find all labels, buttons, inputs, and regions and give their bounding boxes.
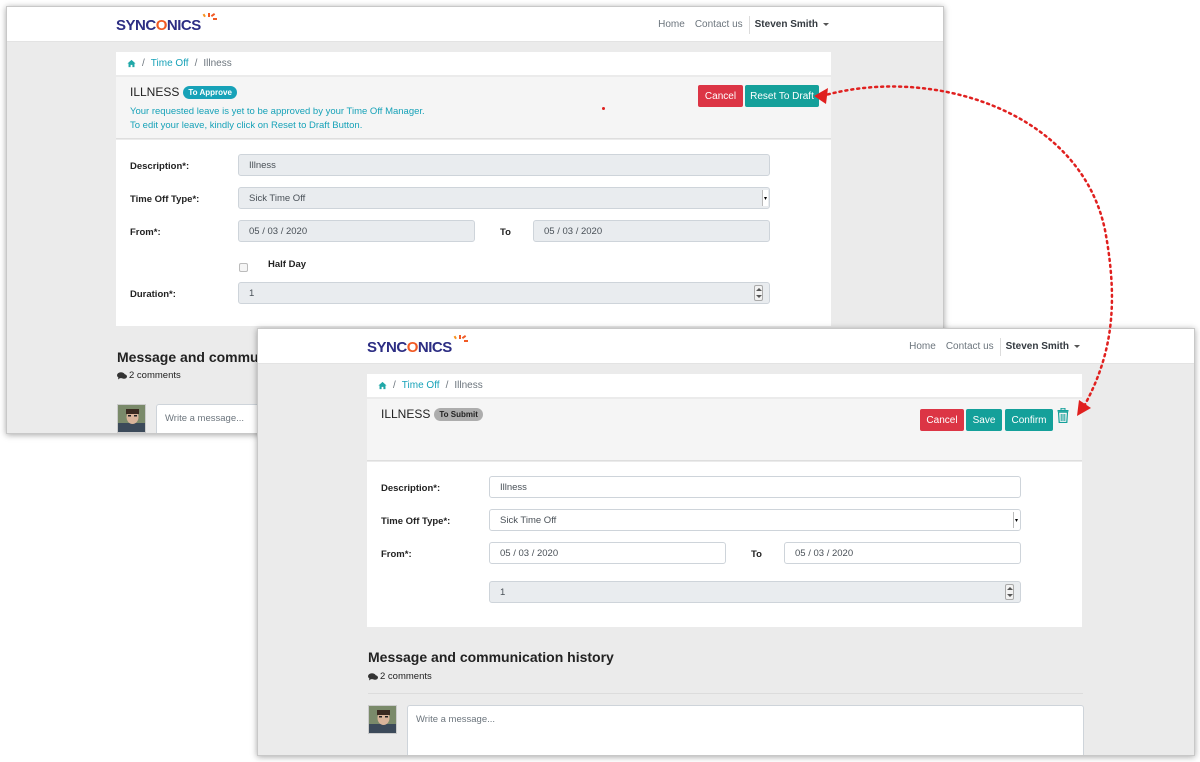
description-input[interactable]: Illness — [489, 476, 1021, 498]
to-label: To — [500, 227, 511, 238]
time-off-type-value: Sick Time Off — [500, 514, 557, 526]
home-icon[interactable] — [378, 381, 387, 390]
avatar — [117, 404, 146, 433]
comments-count-text: 2 comments — [129, 370, 181, 381]
breadcrumb-time-off-link[interactable]: Time Off — [151, 58, 189, 69]
brand-text: SYNCONICS — [116, 16, 201, 34]
nav-links: Home Contact us Steven Smith — [899, 329, 1080, 364]
number-spinner[interactable] — [754, 285, 763, 301]
section-divider — [368, 693, 1083, 694]
half-day-label: Half Day — [268, 259, 307, 270]
navbar: SYNCONICS Home Contact us Steven Smith — [258, 329, 1194, 364]
confirm-button[interactable]: Confirm — [1005, 409, 1053, 431]
screenshot-to-submit: SYNCONICS Home Contact us Steven Smith /… — [257, 328, 1195, 756]
cancel-button[interactable]: Cancel — [920, 409, 964, 431]
navbar: SYNCONICS Home Contact us Steven Smith — [7, 7, 943, 42]
record-header: ILLNESS To Submit Cancel Save Confirm — [367, 399, 1082, 461]
to-label: To — [751, 549, 762, 560]
time-off-type-label: Time Off Type*: — [130, 194, 200, 205]
breadcrumb-separator: / — [142, 58, 145, 69]
approval-info: Your requested leave is yet to be approv… — [130, 105, 425, 133]
to-date-input[interactable]: 05 / 03 / 2020 — [784, 542, 1021, 564]
brand-spark-icon — [453, 335, 468, 342]
trash-icon[interactable] — [1057, 408, 1069, 423]
breadcrumb-current: Illness — [454, 380, 483, 391]
comments-count: 2 comments — [368, 671, 432, 682]
stray-dot — [602, 107, 605, 110]
nav-home-link[interactable]: Home — [909, 341, 936, 352]
record-title-text: ILLNESS — [130, 85, 180, 99]
half-day-checkbox[interactable] — [239, 263, 248, 272]
select-arrow-icon: ▾ — [762, 190, 768, 206]
nav-divider — [999, 337, 1001, 356]
description-input[interactable]: Illness — [238, 154, 770, 176]
comments-count-text: 2 comments — [380, 671, 432, 682]
nav-links: Home Contact us Steven Smith — [648, 7, 829, 42]
number-spinner[interactable] — [1005, 584, 1014, 600]
caret-down-icon — [1074, 344, 1080, 348]
caret-down-icon — [823, 22, 829, 26]
nav-divider — [748, 15, 750, 34]
brand-logo[interactable]: SYNCONICS — [367, 335, 469, 359]
from-label: From*: — [381, 549, 412, 560]
home-icon[interactable] — [127, 59, 136, 68]
time-off-type-value: Sick Time Off — [249, 192, 306, 204]
from-label: From*: — [130, 227, 161, 238]
breadcrumb-time-off-link[interactable]: Time Off — [402, 380, 440, 391]
approval-info-line1: Your requested leave is yet to be approv… — [130, 106, 425, 117]
from-date-input[interactable]: 05 / 03 / 2020 — [238, 220, 475, 242]
reset-to-draft-button[interactable]: Reset To Draft — [745, 85, 819, 107]
record-title: ILLNESS To Approve — [130, 85, 237, 99]
cancel-button[interactable]: Cancel — [698, 85, 743, 107]
duration-input[interactable]: 1 — [238, 282, 770, 304]
status-badge: To Submit — [434, 407, 483, 421]
description-label: Description*: — [381, 483, 441, 494]
from-date-input[interactable]: 05 / 03 / 2020 — [489, 542, 726, 564]
comments-icon — [117, 371, 127, 379]
brand-logo[interactable]: SYNCONICS — [116, 13, 218, 37]
message-input[interactable]: Write a message... — [407, 705, 1084, 755]
nav-home-link[interactable]: Home — [658, 19, 685, 30]
leave-form: Description*: Illness Time Off Type*: Si… — [116, 140, 831, 326]
comments-count: 2 comments — [117, 370, 181, 381]
record-header: ILLNESS To Approve Your requested leave … — [116, 77, 831, 139]
brand-spark-icon — [202, 13, 217, 20]
duration-value: 1 — [249, 287, 255, 299]
breadcrumb-separator: / — [393, 380, 396, 391]
breadcrumb-separator: / — [445, 380, 449, 391]
user-menu[interactable]: Steven Smith — [1006, 341, 1080, 352]
breadcrumb-separator: / — [194, 58, 198, 69]
description-label: Description*: — [130, 161, 190, 172]
approval-info-line2: To edit your leave, kindly click on Rese… — [130, 120, 363, 131]
nav-contact-link[interactable]: Contact us — [695, 19, 743, 30]
breadcrumb: / Time Off / Illness — [116, 52, 831, 76]
duration-value: 1 — [500, 586, 506, 598]
avatar — [368, 705, 397, 734]
record-title: ILLNESS To Submit — [381, 407, 483, 421]
save-button[interactable]: Save — [966, 409, 1002, 431]
time-off-type-select[interactable]: Sick Time Off ▾ — [489, 509, 1021, 531]
breadcrumb: / Time Off / Illness — [367, 374, 1082, 398]
comments-icon — [368, 672, 378, 680]
record-title-text: ILLNESS — [381, 407, 431, 421]
select-arrow-icon: ▾ — [1013, 512, 1019, 528]
time-off-type-select[interactable]: Sick Time Off ▾ — [238, 187, 770, 209]
breadcrumb-current: Illness — [203, 58, 232, 69]
status-badge: To Approve — [183, 85, 237, 99]
messages-title: Message and communication history — [368, 649, 614, 665]
form-footer — [367, 604, 1082, 626]
to-date-input[interactable]: 05 / 03 / 2020 — [533, 220, 770, 242]
duration-label: Duration*: — [130, 289, 176, 300]
messages-title: Message and communi — [117, 349, 272, 365]
duration-input[interactable]: 1 — [489, 581, 1021, 603]
nav-contact-link[interactable]: Contact us — [946, 341, 994, 352]
brand-text: SYNCONICS — [367, 338, 452, 356]
time-off-type-label: Time Off Type*: — [381, 516, 451, 527]
user-menu[interactable]: Steven Smith — [755, 19, 829, 30]
